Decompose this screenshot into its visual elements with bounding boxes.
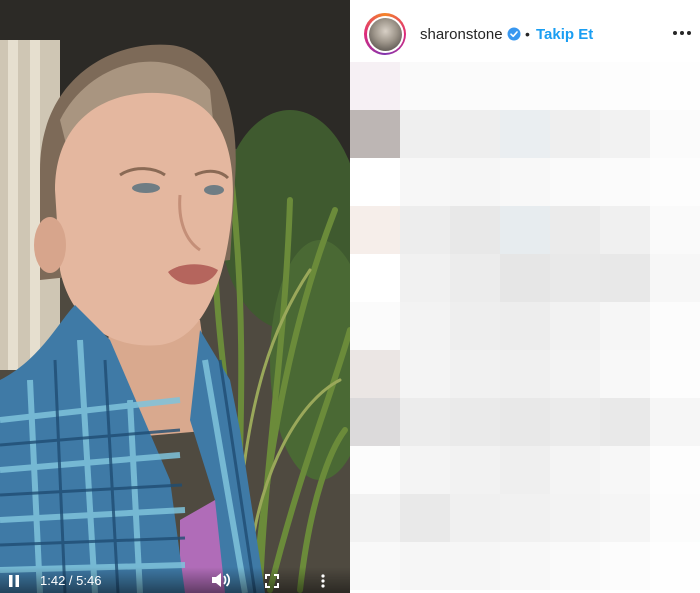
blurred-cell: [550, 494, 600, 542]
blurred-cell: [500, 350, 550, 398]
video-time: 1:42 / 5:46: [40, 573, 102, 588]
blurred-cell: [650, 206, 700, 254]
blurred-cell: [550, 542, 600, 590]
blurred-cell: [600, 542, 650, 590]
blurred-cell: [350, 158, 400, 206]
blurred-cell: [350, 206, 400, 254]
blurred-cell: [650, 398, 700, 446]
blurred-cell: [600, 350, 650, 398]
blurred-cell: [450, 62, 500, 110]
blurred-cell: [450, 494, 500, 542]
blurred-cell: [600, 302, 650, 350]
blurred-cell: [550, 254, 600, 302]
blurred-cell: [650, 542, 700, 590]
avatar[interactable]: [364, 13, 406, 55]
blurred-cell: [450, 158, 500, 206]
blurred-cell: [450, 110, 500, 158]
blurred-cell: [500, 494, 550, 542]
separator-dot: •: [525, 26, 530, 42]
blurred-cell: [350, 446, 400, 494]
blurred-cell: [450, 254, 500, 302]
blurred-cell: [500, 62, 550, 110]
blurred-cell: [350, 398, 400, 446]
blurred-cell: [550, 158, 600, 206]
post-header: sharonstone • Takip Et: [350, 0, 700, 62]
blurred-cell: [550, 110, 600, 158]
blurred-cell: [400, 62, 450, 110]
blurred-cell: [450, 206, 500, 254]
blurred-cell: [550, 350, 600, 398]
blurred-cell: [650, 158, 700, 206]
blurred-cell: [450, 302, 500, 350]
blurred-cell: [350, 350, 400, 398]
blurred-cell: [650, 302, 700, 350]
blurred-cell: [450, 350, 500, 398]
blurred-cell: [650, 494, 700, 542]
post-panel: sharonstone • Takip Et: [350, 0, 700, 593]
blurred-cell: [400, 158, 450, 206]
pause-icon[interactable]: [6, 573, 22, 589]
blurred-cell: [400, 206, 450, 254]
blurred-cell: [650, 350, 700, 398]
volume-icon[interactable]: [210, 571, 232, 589]
blurred-cell: [600, 254, 650, 302]
follow-button[interactable]: Takip Et: [536, 26, 593, 43]
blurred-cell: [550, 446, 600, 494]
blurred-cell: [500, 254, 550, 302]
blurred-cell: [500, 542, 550, 590]
blurred-cell: [600, 494, 650, 542]
blurred-cell: [550, 302, 600, 350]
blurred-cell: [450, 446, 500, 494]
blurred-cell: [600, 110, 650, 158]
video-player[interactable]: 1:42 / 5:46: [0, 0, 350, 593]
username-link[interactable]: sharonstone: [420, 26, 503, 43]
blurred-cell: [400, 542, 450, 590]
blurred-cell: [600, 158, 650, 206]
more-horizontal-icon[interactable]: [672, 30, 692, 36]
blurred-cell: [650, 62, 700, 110]
fullscreen-icon[interactable]: [264, 573, 280, 589]
blurred-cell: [600, 206, 650, 254]
blurred-cell: [400, 494, 450, 542]
blurred-cell: [350, 302, 400, 350]
blurred-cell: [350, 542, 400, 590]
blurred-cell: [400, 398, 450, 446]
blurred-cell: [500, 398, 550, 446]
blurred-cell: [600, 62, 650, 110]
blurred-cell: [600, 398, 650, 446]
blurred-comments-area: [350, 62, 700, 593]
blurred-cell: [550, 206, 600, 254]
blurred-cell: [650, 110, 700, 158]
blurred-cell: [600, 446, 650, 494]
video-frame: [0, 0, 350, 593]
blurred-cell: [350, 254, 400, 302]
blurred-cell: [500, 110, 550, 158]
blurred-cell: [350, 110, 400, 158]
blurred-cell: [450, 398, 500, 446]
more-vertical-icon[interactable]: [318, 573, 328, 589]
blurred-cell: [500, 446, 550, 494]
blurred-cell: [400, 254, 450, 302]
blurred-cell: [450, 542, 500, 590]
blurred-cell: [350, 62, 400, 110]
blurred-cell: [550, 62, 600, 110]
blurred-cell: [500, 158, 550, 206]
blurred-cell: [400, 110, 450, 158]
blurred-cell: [650, 254, 700, 302]
blurred-cell: [500, 206, 550, 254]
blurred-cell: [350, 494, 400, 542]
blurred-cell: [650, 446, 700, 494]
blurred-cell: [400, 350, 450, 398]
blurred-cell: [550, 398, 600, 446]
video-controls-bar: 1:42 / 5:46: [0, 567, 350, 593]
verified-badge-icon: [507, 27, 521, 41]
blurred-cell: [500, 302, 550, 350]
blurred-cell: [400, 446, 450, 494]
blurred-cell: [400, 302, 450, 350]
